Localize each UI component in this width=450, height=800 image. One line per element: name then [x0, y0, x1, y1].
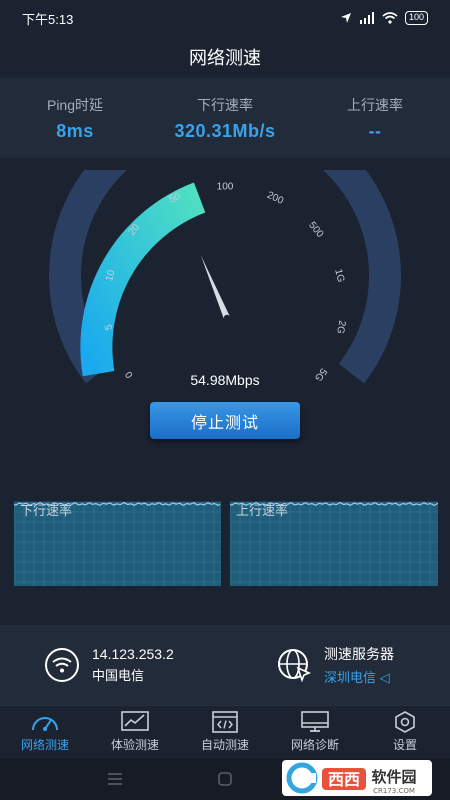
network-info: 14.123.253.2 中国电信 — [44, 625, 174, 705]
stop-test-button[interactable]: 停止测试 — [150, 402, 300, 439]
nav-label: 设置 — [392, 738, 417, 752]
gauge-tick-label: 1G — [332, 268, 346, 284]
gauge-tick-label: 500 — [306, 220, 325, 240]
download-graph-label: 下行速率 — [20, 503, 73, 518]
stat-value: 320.31Mb/s — [174, 120, 276, 141]
wifi-circle-icon — [45, 648, 79, 682]
code-window-icon — [212, 711, 238, 733]
gauge-tick-label: 2G — [334, 319, 347, 334]
server-name-link[interactable]: 深圳电信 ◁ — [324, 667, 394, 686]
status-time: 下午5:13 — [22, 11, 74, 27]
stats-panel: Ping时延 8ms 下行速率 320.31Mb/s 上行速率 -- — [0, 78, 450, 158]
svg-text:CR173.COM: CR173.COM — [373, 787, 415, 795]
home-icon[interactable] — [217, 771, 233, 787]
nav-label: 网络测速 — [20, 738, 69, 752]
server-info[interactable]: 测速服务器 深圳电信 ◁ — [276, 625, 394, 705]
stat-label: Ping时延 — [46, 96, 104, 113]
chart-icon — [121, 711, 149, 731]
upload-graph: 上行速率 — [230, 496, 438, 586]
server-title: 测速服务器 — [324, 646, 394, 662]
watermark-logo-graphic: 西西 软件园 CR173.COM — [286, 762, 417, 795]
page-title: 网络测速 — [189, 48, 261, 68]
nav-auto-test[interactable]: 自动测速 — [180, 706, 270, 758]
svg-text:西西: 西西 — [328, 770, 360, 789]
bottom-nav: 网络测速 体验测速 自动测速 网络诊断 设置 — [0, 705, 450, 758]
status-icons: 100 — [340, 11, 428, 25]
gauge-needle — [200, 255, 230, 320]
speedometer-icon — [32, 717, 58, 731]
ip-address: 14.123.253.2 — [92, 646, 174, 662]
globe-cursor-icon — [278, 649, 312, 683]
status-bar: 下午5:13 100 — [0, 0, 450, 36]
stat-ping: Ping时延 8ms — [0, 78, 150, 158]
cell-signal-icon — [359, 12, 374, 24]
menu-icon[interactable] — [107, 772, 123, 786]
nav-experience-test[interactable]: 体验测速 — [90, 706, 180, 758]
watermark-logo: 西西 软件园 CR173.COM — [282, 760, 432, 796]
nav-label: 体验测速 — [110, 738, 159, 752]
monitor-icon — [301, 711, 329, 732]
isp-name: 中国电信 — [92, 668, 145, 683]
gauge-tick-label: 5G — [312, 366, 329, 383]
gauge-tick-label: 100 — [217, 182, 234, 193]
gauge-reading: 54.98Mbps — [190, 372, 259, 388]
wifi-icon — [382, 12, 398, 24]
settings-hexagon-icon — [395, 711, 415, 733]
location-arrow-icon — [340, 13, 351, 23]
stat-download: 下行速率 320.31Mb/s — [150, 78, 300, 158]
gauge-progress — [80, 182, 206, 377]
nav-label: 网络诊断 — [290, 738, 339, 752]
gauge-tick-label: 0 — [123, 368, 135, 379]
nav-settings[interactable]: 设置 — [360, 706, 450, 758]
nav-label: 自动测速 — [200, 738, 249, 752]
stat-value: -- — [368, 120, 382, 141]
gauge-tick-label: 200 — [265, 190, 285, 207]
download-graph: 下行速率 — [14, 496, 221, 586]
speed-gauge: 051020501002005001G2G5G 54.98Mbps — [49, 170, 401, 388]
svg-text:软件园: 软件园 — [371, 768, 416, 786]
stat-label: 上行速率 — [347, 96, 403, 113]
connection-info: 14.123.253.2 中国电信 测速服务器 深圳电信 ◁ — [0, 625, 450, 705]
stat-upload: 上行速率 -- — [300, 78, 450, 158]
nav-diagnosis[interactable]: 网络诊断 — [270, 706, 360, 758]
stat-value: 8ms — [56, 120, 94, 141]
battery-indicator: 100 — [404, 11, 428, 25]
nav-speed-test[interactable]: 网络测速 — [0, 706, 90, 758]
gauge-needle-shape — [200, 255, 230, 320]
upload-graph-label: 上行速率 — [236, 503, 289, 518]
stat-label: 下行速率 — [197, 96, 253, 113]
